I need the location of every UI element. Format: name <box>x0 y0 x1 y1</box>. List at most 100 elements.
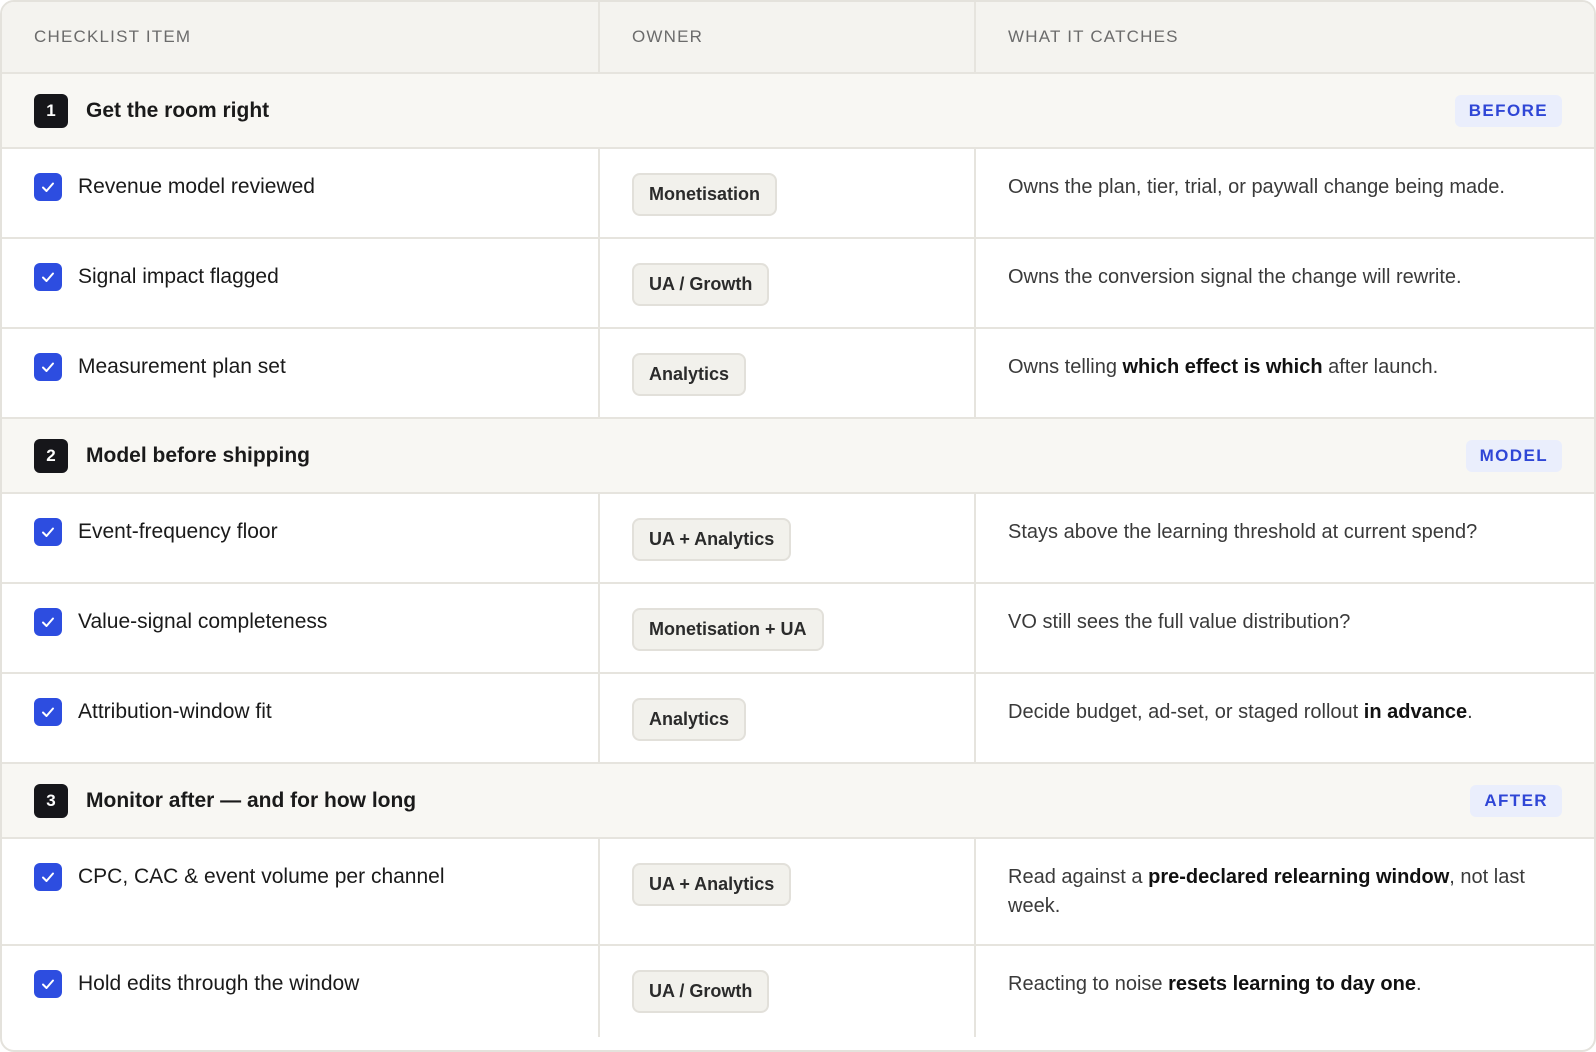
owner-cell: Analytics <box>600 329 976 417</box>
table-header: CHECKLIST ITEM OWNER WHAT IT CATCHES <box>2 2 1594 74</box>
catch-text: Decide budget, ad-set, or staged rollout <box>1008 701 1364 723</box>
table-row: Event-frequency floor UA + Analytics Stays… <box>2 494 1594 584</box>
table-row: Value-signal completeness Monetisation + … <box>2 584 1594 674</box>
checkmark-icon <box>42 617 54 627</box>
catch-text: Stays above the learning threshold at cu… <box>1008 521 1478 543</box>
checklist-item-label: Signal impact flagged <box>78 265 279 288</box>
what-it-catches-cell: Owns telling which effect is which after… <box>976 329 1594 417</box>
owner-tag: Monetisation + UA <box>632 608 824 651</box>
owner-tag: Analytics <box>632 698 747 741</box>
section-title: Model before shipping <box>86 443 310 467</box>
owner-tag: Analytics <box>632 353 747 396</box>
table-row: CPC, CAC & event volume per channel UA + … <box>2 839 1594 946</box>
checklist-item-cell: Hold edits through the window <box>2 946 600 1037</box>
owner-cell: UA / Growth <box>600 946 976 1037</box>
what-it-catches-cell: Decide budget, ad-set, or staged rollout… <box>976 674 1594 762</box>
checklist-item-cell: Attribution-window fit <box>2 674 600 762</box>
checkmark-icon <box>42 272 54 282</box>
table-row: Hold edits through the window UA / Growth… <box>2 946 1594 1037</box>
catch-text-end: . <box>1467 701 1473 723</box>
catch-emphasis: in advance <box>1363 701 1468 723</box>
owner-tag: UA + Analytics <box>632 518 792 561</box>
section-header: 2 Model before shipping MODEL <box>2 419 1594 494</box>
catch-emphasis: resets learning to day one <box>1168 973 1416 995</box>
catch-emphasis: pre-declared relearning window <box>1148 866 1450 888</box>
owner-tag: UA / Growth <box>632 263 770 306</box>
section-heading: 1 Get the room right <box>34 93 270 128</box>
checklist-item-cell: Revenue model reviewed <box>2 149 600 237</box>
checkbox[interactable] <box>34 518 62 546</box>
checkbox[interactable] <box>34 970 62 998</box>
catch-text-end: . <box>1415 973 1422 995</box>
table-row: Measurement plan set Analytics Owns tellin… <box>2 329 1594 419</box>
checkbox[interactable] <box>34 353 62 381</box>
checklist-item-cell: Measurement plan set <box>2 329 600 417</box>
what-it-catches-cell: Stays above the learning threshold at cu… <box>976 494 1594 582</box>
catch-text: Read against a <box>1008 866 1149 888</box>
what-it-catches-cell: VO still sees the full value distributio… <box>976 584 1594 672</box>
phase-badge: AFTER <box>1470 784 1562 817</box>
checkbox[interactable] <box>34 863 62 891</box>
column-header-item[interactable]: CHECKLIST ITEM <box>2 2 600 72</box>
checklist-item-label: Event-frequency floor <box>78 520 278 543</box>
section-number-badge: 1 <box>34 93 68 128</box>
owner-tag: UA / Growth <box>632 970 770 1013</box>
table-row: Attribution-window fit Analytics Decide bu… <box>2 674 1594 764</box>
owner-cell: Monetisation <box>600 149 976 237</box>
catch-text: Reacting to noise <box>1008 973 1169 995</box>
what-it-catches-cell: Reacting to noise resets learning to day… <box>976 946 1594 1037</box>
checklist-item-label: Hold edits through the window <box>78 972 360 995</box>
checkmark-icon <box>42 707 54 717</box>
section-title: Monitor after — and for how long <box>86 788 417 812</box>
checkmark-icon <box>42 527 54 537</box>
owner-cell: UA + Analytics <box>600 839 976 944</box>
checkmark-icon <box>42 872 54 882</box>
section-number-badge: 3 <box>34 783 68 818</box>
owner-cell: UA / Growth <box>600 239 976 327</box>
catch-text: VO still sees the full value distributio… <box>1008 611 1351 633</box>
checkbox[interactable] <box>34 608 62 636</box>
owner-cell: Monetisation + UA <box>600 584 976 672</box>
what-it-catches-cell: Read against a pre-declared relearning w… <box>976 839 1594 944</box>
column-header-catches[interactable]: WHAT IT CATCHES <box>976 2 1594 72</box>
checkbox[interactable] <box>34 698 62 726</box>
table-body: 1 Get the room right BEFORE Revenue model r… <box>2 74 1594 1037</box>
catch-text-end: after launch. <box>1322 356 1439 378</box>
checklist-item-label: Attribution-window fit <box>78 700 272 723</box>
catch-text: Owns the conversion signal the change wi… <box>1008 266 1462 288</box>
checkmark-icon <box>42 979 54 989</box>
checklist-item-cell: Value-signal completeness <box>2 584 600 672</box>
checklist-item-label: Value-signal completeness <box>78 610 328 633</box>
phase-badge: MODEL <box>1465 439 1562 472</box>
phase-badge: BEFORE <box>1454 94 1562 127</box>
owner-cell: Analytics <box>600 674 976 762</box>
owner-tag: Monetisation <box>632 173 777 216</box>
checklist-item-cell: Signal impact flagged <box>2 239 600 327</box>
catch-text: Owns telling <box>1008 356 1123 378</box>
owner-tag: UA + Analytics <box>632 863 792 906</box>
checklist-item-label: CPC, CAC & event volume per channel <box>78 865 445 888</box>
table-row: Signal impact flagged UA / Growth Owns the… <box>2 239 1594 329</box>
checklist-item-label: Measurement plan set <box>78 355 286 378</box>
checkmark-icon <box>42 362 54 372</box>
checklist-item-label: Revenue model reviewed <box>78 175 315 198</box>
catch-emphasis: which effect is which <box>1122 356 1323 378</box>
catch-text: Owns the plan, tier, trial, or paywall c… <box>1008 176 1505 198</box>
checklist-item-cell: CPC, CAC & event volume per channel <box>2 839 600 944</box>
checkbox[interactable] <box>34 173 62 201</box>
checklist-item-cell: Event-frequency floor <box>2 494 600 582</box>
column-header-owner[interactable]: OWNER <box>600 2 976 72</box>
section-header: 1 Get the room right BEFORE <box>2 74 1594 149</box>
owner-cell: UA + Analytics <box>600 494 976 582</box>
section-heading: 2 Model before shipping <box>34 438 310 473</box>
what-it-catches-cell: Owns the conversion signal the change wi… <box>976 239 1594 327</box>
checklist-table: CHECKLIST ITEM OWNER WHAT IT CATCHES 1 Ge… <box>0 0 1596 1052</box>
section-heading: 3 Monitor after — and for how long <box>34 783 417 818</box>
checkmark-icon <box>42 182 54 192</box>
section-number-badge: 2 <box>34 438 68 473</box>
section-header: 3 Monitor after — and for how long AFTER <box>2 764 1594 839</box>
section-title: Get the room right <box>86 98 270 122</box>
checkbox[interactable] <box>34 263 62 291</box>
what-it-catches-cell: Owns the plan, tier, trial, or paywall c… <box>976 149 1594 237</box>
table-row: Revenue model reviewed Monetisation Owns t… <box>2 149 1594 239</box>
